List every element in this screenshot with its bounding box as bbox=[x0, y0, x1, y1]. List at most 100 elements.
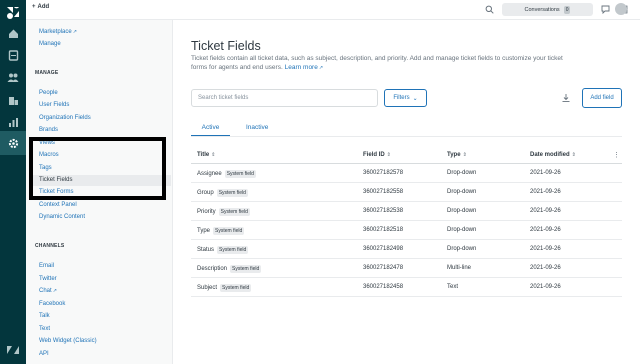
cell-field-id: 360027182578 bbox=[363, 170, 404, 176]
field-title[interactable]: Subject bbox=[197, 285, 217, 291]
field-title[interactable]: Status bbox=[197, 247, 214, 253]
plus-icon: + bbox=[32, 4, 36, 10]
table-row[interactable]: Description System field 360027182478 Multi… bbox=[191, 259, 622, 278]
cell-title[interactable]: Group System field bbox=[197, 189, 248, 197]
download-icon[interactable] bbox=[561, 93, 571, 103]
learn-more-link[interactable]: Learn more bbox=[285, 64, 318, 71]
sidebar-item-talk[interactable]: Talk bbox=[39, 313, 50, 319]
zendesk-logo-icon[interactable] bbox=[5, 4, 21, 20]
cell-type: Drop-down bbox=[447, 227, 477, 233]
column-header-type[interactable]: Type ⇕ bbox=[447, 152, 467, 158]
chat-icon[interactable] bbox=[601, 5, 610, 14]
conversations-button[interactable]: Conversations 0 bbox=[502, 3, 593, 16]
table-row[interactable]: Status System field 360027182498 Drop-down 2… bbox=[191, 240, 622, 259]
field-title[interactable]: Assignee bbox=[197, 171, 222, 177]
cell-date-modified: 2021-09-26 bbox=[530, 227, 561, 233]
external-link-icon: ↗ bbox=[52, 288, 57, 294]
table-row[interactable]: Assignee System field 360027182578 Drop-dow… bbox=[191, 164, 622, 183]
column-header-title[interactable]: Title ⇕ bbox=[197, 152, 215, 158]
cell-title[interactable]: Description System field bbox=[197, 265, 262, 273]
column-header-field-id[interactable]: Field ID ⇕ bbox=[363, 152, 391, 158]
table-row[interactable]: Priority System field 360027182538 Drop-dow… bbox=[191, 202, 622, 221]
chevron-down-icon: ⌄ bbox=[412, 95, 418, 102]
page-description: Ticket fields contain all ticket data, s… bbox=[191, 55, 563, 71]
cell-field-id: 360027182458 bbox=[363, 284, 404, 290]
cell-field-id: 360027182558 bbox=[363, 189, 404, 195]
tab-inactive[interactable]: Inactive bbox=[246, 124, 268, 131]
sidebar-item-brands[interactable]: Brands bbox=[39, 127, 58, 133]
cell-title[interactable]: Priority System field bbox=[197, 208, 250, 216]
add-field-button[interactable]: Add field bbox=[582, 88, 622, 108]
page-title: Ticket Fields bbox=[191, 39, 261, 53]
avatar[interactable] bbox=[615, 3, 627, 15]
sidebar-item-facebook[interactable]: Facebook bbox=[39, 301, 65, 307]
table-row[interactable]: Group System field 360027182558 Drop-down 20… bbox=[191, 183, 622, 202]
cell-type: Multi-line bbox=[447, 265, 472, 271]
reporting-icon[interactable] bbox=[6, 115, 20, 129]
table-row[interactable]: Subject System field 360027182458 Text 2021-… bbox=[191, 278, 622, 297]
sort-icon: ⇕ bbox=[462, 152, 467, 158]
search-input[interactable]: Search ticket fields bbox=[191, 89, 378, 107]
cell-type: Drop-down bbox=[447, 208, 477, 214]
sidebar-item-email[interactable]: Email bbox=[39, 263, 54, 269]
tab-divider bbox=[191, 136, 622, 137]
cell-type: Drop-down bbox=[447, 246, 477, 252]
sidebar-item-dynamic-content[interactable]: Dynamic Content bbox=[39, 214, 85, 220]
cell-title[interactable]: Type System field bbox=[197, 227, 245, 235]
gear-icon[interactable] bbox=[0, 131, 26, 155]
system-field-tag: System field bbox=[217, 246, 249, 254]
cell-date-modified: 2021-09-26 bbox=[530, 246, 561, 252]
sidebar-item-marketplace[interactable]: Marketplace↗ bbox=[39, 29, 77, 35]
sidebar-item-manage[interactable]: Manage bbox=[39, 41, 61, 47]
search-icon[interactable] bbox=[485, 5, 494, 14]
customers-icon[interactable] bbox=[6, 70, 20, 84]
sidebar-item-web-widget-classic[interactable]: Web Widget (Classic) bbox=[39, 338, 97, 344]
cell-title[interactable]: Subject System field bbox=[197, 284, 252, 292]
product-nav-rail bbox=[0, 0, 26, 364]
external-link-icon: ↗ bbox=[72, 29, 77, 35]
sidebar-item-chat[interactable]: Chat↗ bbox=[39, 288, 57, 294]
organizations-icon[interactable] bbox=[6, 93, 20, 107]
sidebar-item-api[interactable]: API bbox=[39, 351, 49, 357]
system-field-tag: System field bbox=[218, 208, 250, 216]
home-icon[interactable] bbox=[6, 26, 20, 40]
column-header-date-modified[interactable]: Date modified ⇕ bbox=[530, 152, 576, 158]
conversations-label: Conversations bbox=[524, 6, 560, 13]
add-button[interactable]: + Add bbox=[32, 4, 49, 10]
cell-date-modified: 2021-09-26 bbox=[530, 189, 561, 195]
cell-date-modified: 2021-09-26 bbox=[530, 284, 561, 290]
top-bar: + Add Conversations 0 bbox=[26, 0, 640, 20]
sort-icon: ⇕ bbox=[386, 152, 391, 158]
field-title[interactable]: Type bbox=[197, 228, 210, 234]
system-field-tag: System field bbox=[216, 189, 248, 197]
main-content: Ticket Fields Ticket fields contain all … bbox=[173, 20, 640, 364]
cell-title[interactable]: Status System field bbox=[197, 246, 249, 254]
zendesk-footer-logo-icon bbox=[7, 346, 19, 354]
cell-title[interactable]: Assignee System field bbox=[197, 170, 256, 178]
sort-icon: ⇕ bbox=[571, 152, 576, 158]
cell-type: Text bbox=[447, 284, 459, 290]
sidebar-item-organization-fields[interactable]: Organization Fields bbox=[39, 115, 91, 121]
views-icon[interactable] bbox=[6, 48, 20, 62]
kebab-icon[interactable]: ⋮ bbox=[613, 151, 620, 159]
sidebar-item-user-fields[interactable]: User Fields bbox=[39, 102, 69, 108]
sidebar-item-twitter[interactable]: Twitter bbox=[39, 276, 57, 282]
cell-field-id: 360027182538 bbox=[363, 208, 404, 214]
cell-field-id: 360027182478 bbox=[363, 265, 404, 271]
conversations-count-badge: 0 bbox=[563, 5, 571, 14]
sidebar-item-context-panel[interactable]: Context Panel bbox=[39, 202, 77, 208]
cell-date-modified: 2021-09-26 bbox=[530, 265, 561, 271]
annotation-highlight-box bbox=[29, 137, 166, 200]
cell-type: Drop-down bbox=[447, 189, 477, 195]
sidebar-item-text[interactable]: Text bbox=[39, 326, 50, 332]
cell-field-id: 360027182498 bbox=[363, 246, 404, 252]
cell-field-id: 360027182518 bbox=[363, 227, 404, 233]
field-title[interactable]: Priority bbox=[197, 209, 216, 215]
sidebar-item-people[interactable]: People bbox=[39, 90, 58, 96]
table-row[interactable]: Type System field 360027182518 Drop-down 202… bbox=[191, 221, 622, 240]
filters-button[interactable]: Filters ⌄ bbox=[384, 89, 427, 107]
sort-icon: ⇕ bbox=[211, 152, 216, 158]
field-title[interactable]: Description bbox=[197, 266, 227, 272]
cell-type: Drop-down bbox=[447, 170, 477, 176]
field-title[interactable]: Group bbox=[197, 190, 214, 196]
